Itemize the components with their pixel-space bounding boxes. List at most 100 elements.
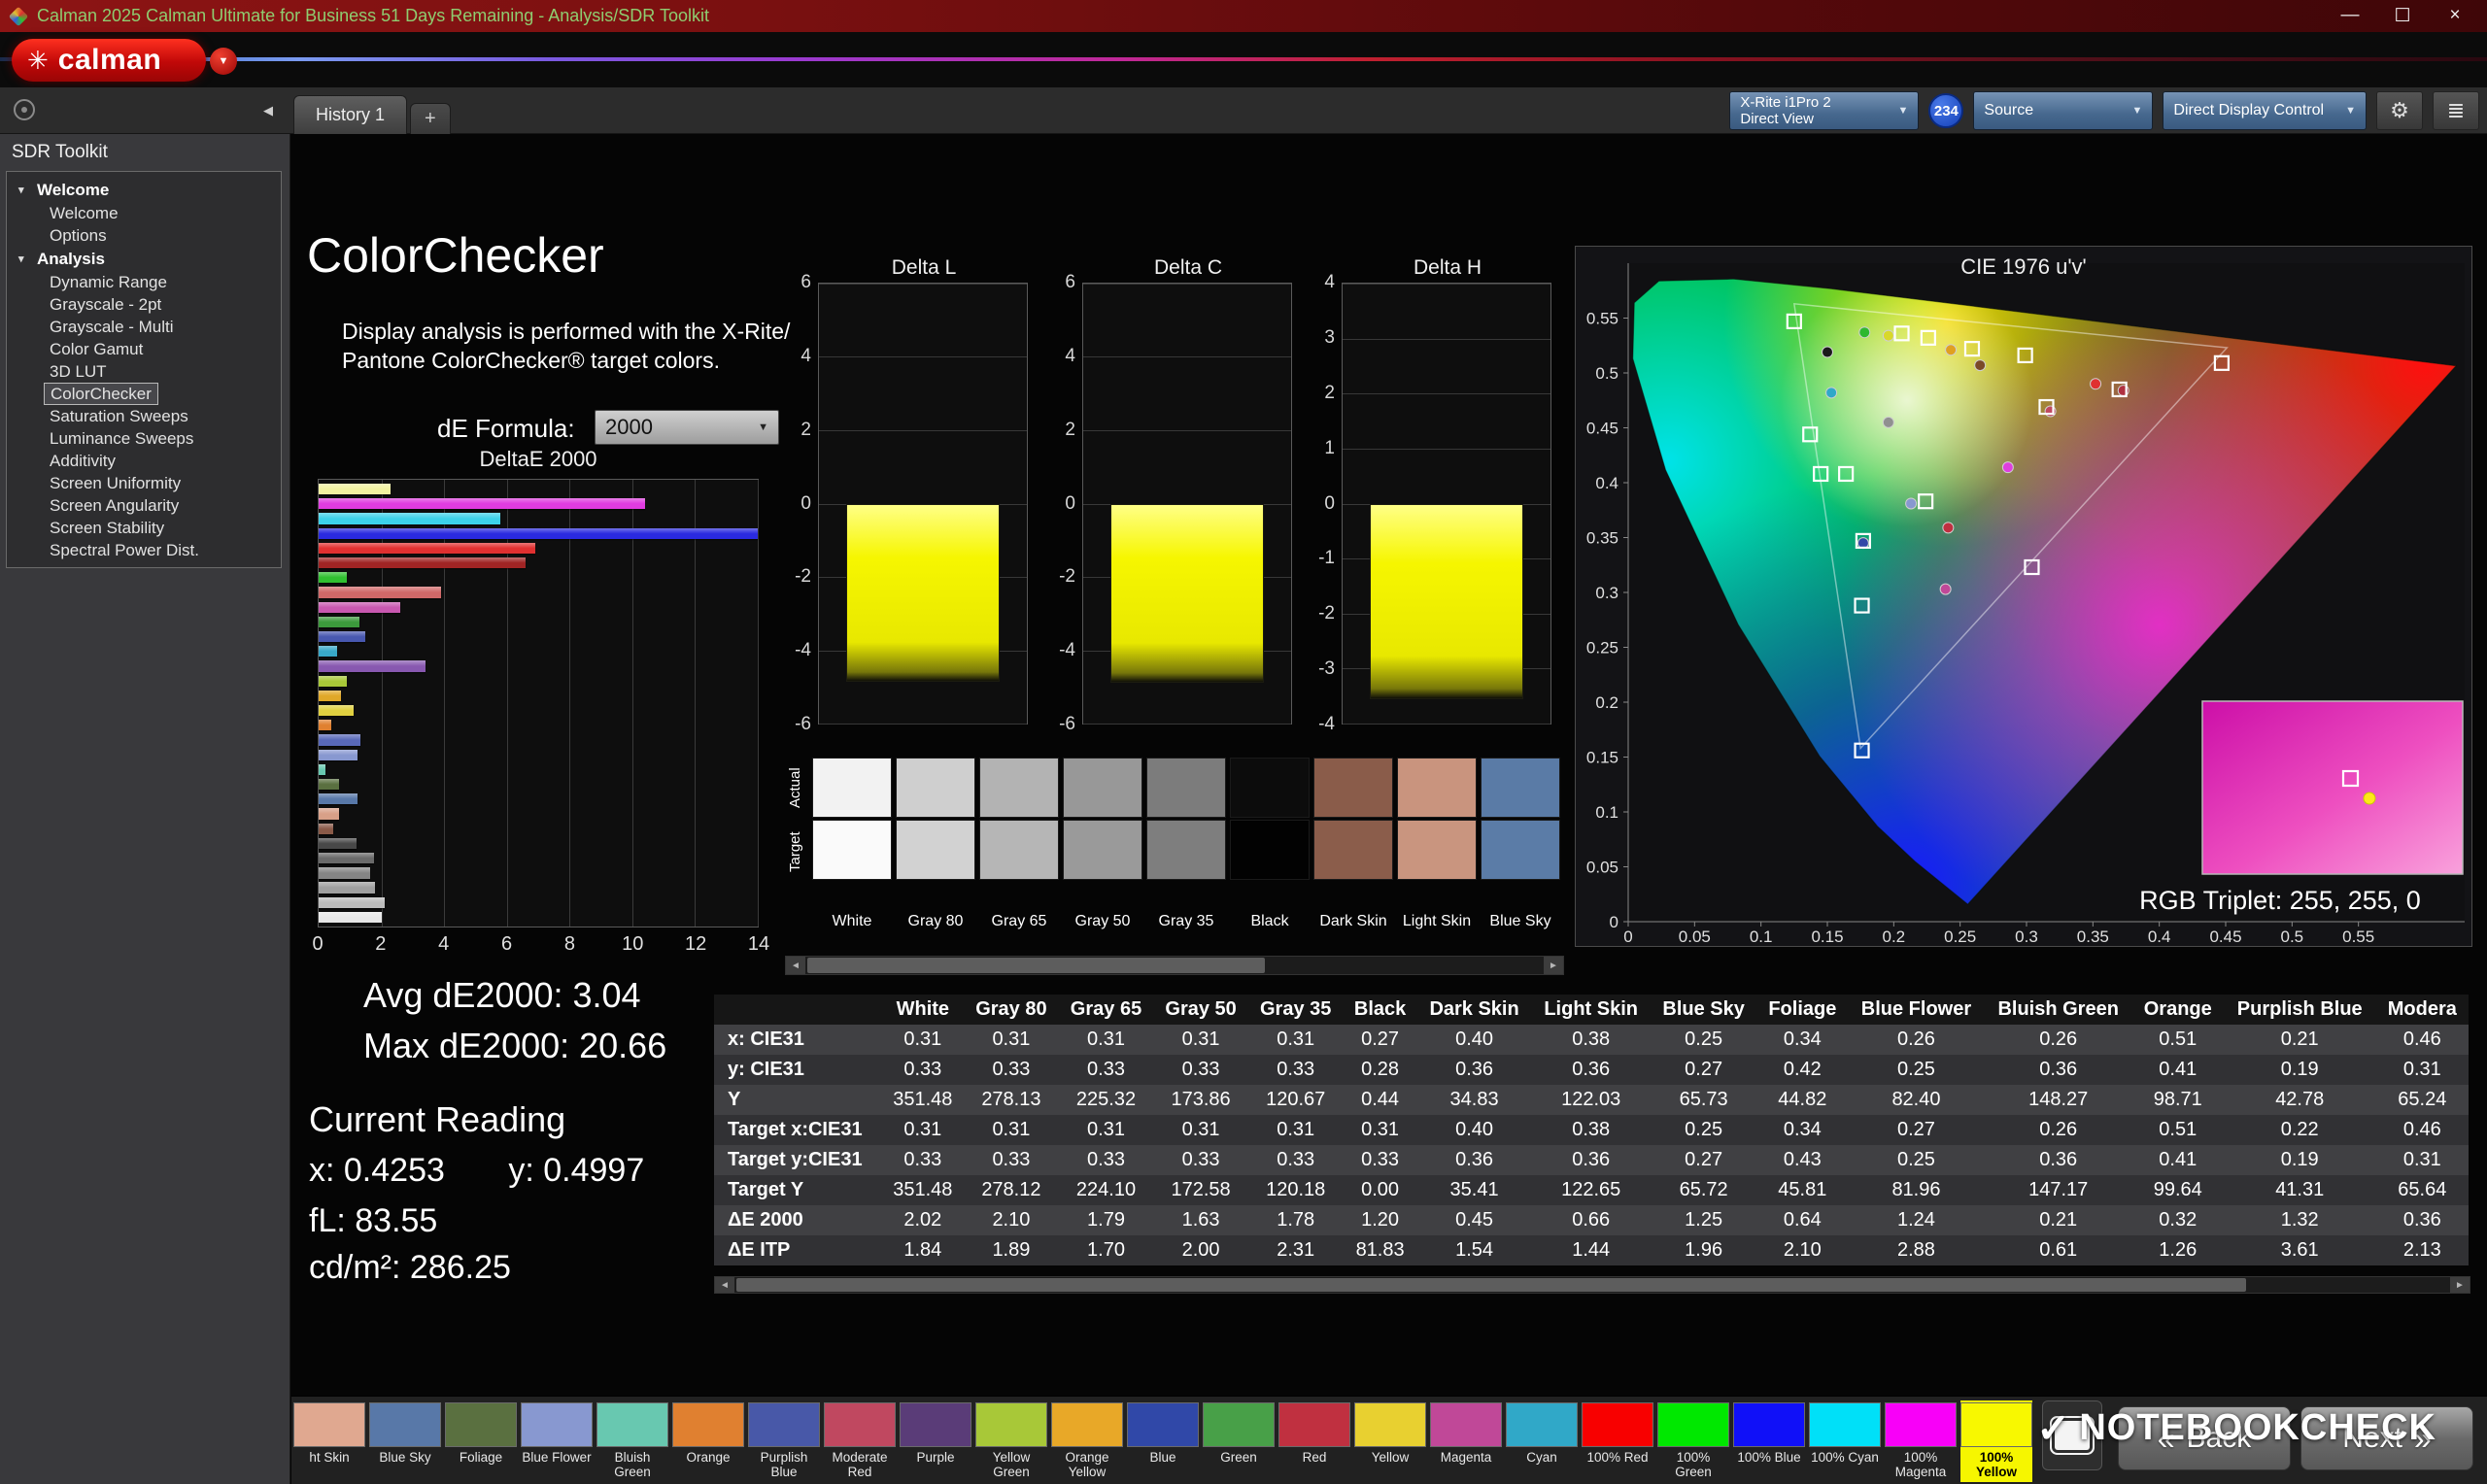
sidebar: SDR Toolkit ▾WelcomeWelcomeOptions▾Analy… [0,134,290,1484]
swatch-column-white[interactable]: White [812,758,892,948]
cell: 0.25 [1651,1025,1756,1055]
sidebar-item-options[interactable]: Options [7,224,281,247]
patch-label: 100% Blue [1733,1450,1805,1465]
sidebar-item-additivity[interactable]: Additivity [7,450,281,472]
patch-button-100-blue[interactable]: 100% Blue [1733,1400,1805,1482]
cell: 1.20 [1343,1205,1416,1235]
axis-tick-label: -2 [795,566,811,588]
swatch-scroll-thumb[interactable] [807,958,1265,973]
sidebar-item-luminance-sweeps[interactable]: Luminance Sweeps [7,427,281,450]
add-tab-button[interactable]: + [410,103,451,134]
patch-button-100-cyan[interactable]: 100% Cyan [1809,1400,1881,1482]
patch-button-orange-yellow[interactable]: Orange Yellow [1051,1400,1123,1482]
scroll-left-icon[interactable]: ◄ [715,1277,734,1293]
patch-button-100-magenta[interactable]: 100% Magenta [1885,1400,1957,1482]
patch-button-purple[interactable]: Purple [900,1400,971,1482]
patch-button-blue-flower[interactable]: Blue Flower [521,1400,593,1482]
axis-tick-label: 14 [748,933,769,956]
sidebar-item-colorchecker[interactable]: ColorChecker [44,383,158,405]
close-button[interactable]: × [2433,5,2477,27]
axis-tick-label: 0.2 [1595,693,1618,712]
swatch-column-black[interactable]: Black [1230,758,1310,948]
sidebar-item-screen-stability[interactable]: Screen Stability [7,517,281,539]
sidebar-item-spectral-power-dist[interactable]: Spectral Power Dist. [7,539,281,561]
swatch-scroll-track[interactable] [805,957,1544,974]
swatch-column-dark-skin[interactable]: Dark Skin [1313,758,1393,948]
patch-button-ht-skin[interactable]: ht Skin [293,1400,365,1482]
patch-button-yellow-green[interactable]: Yellow Green [975,1400,1047,1482]
settings-gear-button[interactable]: ⚙ [2376,91,2423,130]
tab-history-1[interactable]: History 1 [293,95,407,134]
patch-button-orange[interactable]: Orange [672,1400,744,1482]
patch-button-blue-sky[interactable]: Blue Sky [369,1400,441,1482]
axis-tick-label: 0.55 [2342,928,2374,946]
sidebar-item-3d-lut[interactable]: 3D LUT [7,360,281,383]
table-scroll-thumb[interactable] [736,1278,2246,1292]
swatch-column-gray-80[interactable]: Gray 80 [896,758,975,948]
gridline [1343,393,1550,394]
window-title: Calman 2025 Calman Ultimate for Business… [37,6,709,26]
deltae-bar-row-100-cyan [319,511,758,525]
patch-button-magenta[interactable]: Magenta [1430,1400,1502,1482]
maximize-button[interactable]: ☐ [2380,5,2425,27]
tree-section-analysis[interactable]: ▾Analysis [7,247,281,271]
menu-button[interactable]: ≣ [2433,91,2479,130]
delta-h-body: 43210-1-2-3-4 [1311,283,1551,725]
deltae-bar-row-gray-35 [319,851,758,865]
patch-button-purplish-blue[interactable]: Purplish Blue [748,1400,820,1482]
patch-button-yellow[interactable]: Yellow [1354,1400,1426,1482]
table-scroll-track[interactable] [734,1277,2450,1293]
logo-menu-button[interactable]: ▼ [210,48,237,75]
cell: 0.00 [1343,1175,1416,1205]
column-header-blue-flower: Blue Flower [1848,995,1984,1025]
patch-button-cyan[interactable]: Cyan [1506,1400,1578,1482]
sidebar-item-grayscale-2pt[interactable]: Grayscale - 2pt [7,293,281,316]
scroll-right-icon[interactable]: ► [1544,957,1563,974]
table-scrollbar[interactable]: ◄ ► [714,1276,2470,1294]
patch-button-100-green[interactable]: 100% Green [1657,1400,1729,1482]
sidebar-item-saturation-sweeps[interactable]: Saturation Sweeps [7,405,281,427]
display-control-dropdown[interactable]: Direct Display Control ▼ [2163,91,2367,130]
meter-dropdown[interactable]: X-Rite i1Pro 2 Direct View ▼ [1729,91,1919,130]
axis-tick-label: 6 [501,933,512,956]
deltae-bar-row-yellow [319,703,758,718]
title-bar: Calman 2025 Calman Ultimate for Business… [0,0,2487,32]
deltae-bar-row-100-red [319,541,758,556]
tree-section-welcome[interactable]: ▾Welcome [7,178,281,202]
patch-button-100-red[interactable]: 100% Red [1582,1400,1653,1482]
patch-button-red[interactable]: Red [1278,1400,1350,1482]
swatch-column-light-skin[interactable]: Light Skin [1397,758,1477,948]
patch-button-bluish-green[interactable]: Bluish Green [596,1400,668,1482]
sidebar-item-screen-angularity[interactable]: Screen Angularity [7,494,281,517]
sidebar-item-screen-uniformity[interactable]: Screen Uniformity [7,472,281,494]
patch-button-blue[interactable]: Blue [1127,1400,1199,1482]
bar [319,779,339,790]
swatch-column-gray-65[interactable]: Gray 65 [979,758,1059,948]
scroll-left-icon[interactable]: ◄ [786,957,805,974]
swatch-column-blue-sky[interactable]: Blue Sky [1481,758,1560,948]
source-dropdown[interactable]: Source ▼ [1973,91,2153,130]
cell: 0.31 [1248,1115,1344,1145]
sidebar-item-welcome[interactable]: Welcome [7,202,281,224]
swatch-scrollbar[interactable]: ◄ ► [785,956,1564,975]
minimize-button[interactable]: — [2328,5,2372,27]
swatch-column-gray-35[interactable]: Gray 35 [1146,758,1226,948]
axis-tick-label: -2 [1059,566,1075,588]
patch-button-moderate-red[interactable]: Moderate Red [824,1400,896,1482]
sidebar-item-grayscale-multi[interactable]: Grayscale - Multi [7,316,281,338]
patch-button-green[interactable]: Green [1203,1400,1275,1482]
meter-count-badge[interactable]: 234 [1928,93,1963,128]
tab-history-1-label: History 1 [316,105,385,125]
de-formula-dropdown[interactable]: 2000 ▼ [595,410,779,445]
sidebar-item-dynamic-range[interactable]: Dynamic Range [7,271,281,293]
collapse-sidebar-button[interactable]: ◀ [256,98,281,123]
row-label: y: CIE31 [714,1055,882,1085]
swatch-column-gray-50[interactable]: Gray 50 [1063,758,1142,948]
de-formula-value: 2000 [605,415,653,440]
axis-tick-label: -6 [795,714,811,735]
cell: 0.33 [1343,1145,1416,1175]
sidebar-item-color-gamut[interactable]: Color Gamut [7,338,281,360]
patch-button-100-yellow[interactable]: 100% Yellow [1960,1400,2032,1482]
patch-button-foliage[interactable]: Foliage [445,1400,517,1482]
scroll-right-icon[interactable]: ► [2450,1277,2470,1293]
